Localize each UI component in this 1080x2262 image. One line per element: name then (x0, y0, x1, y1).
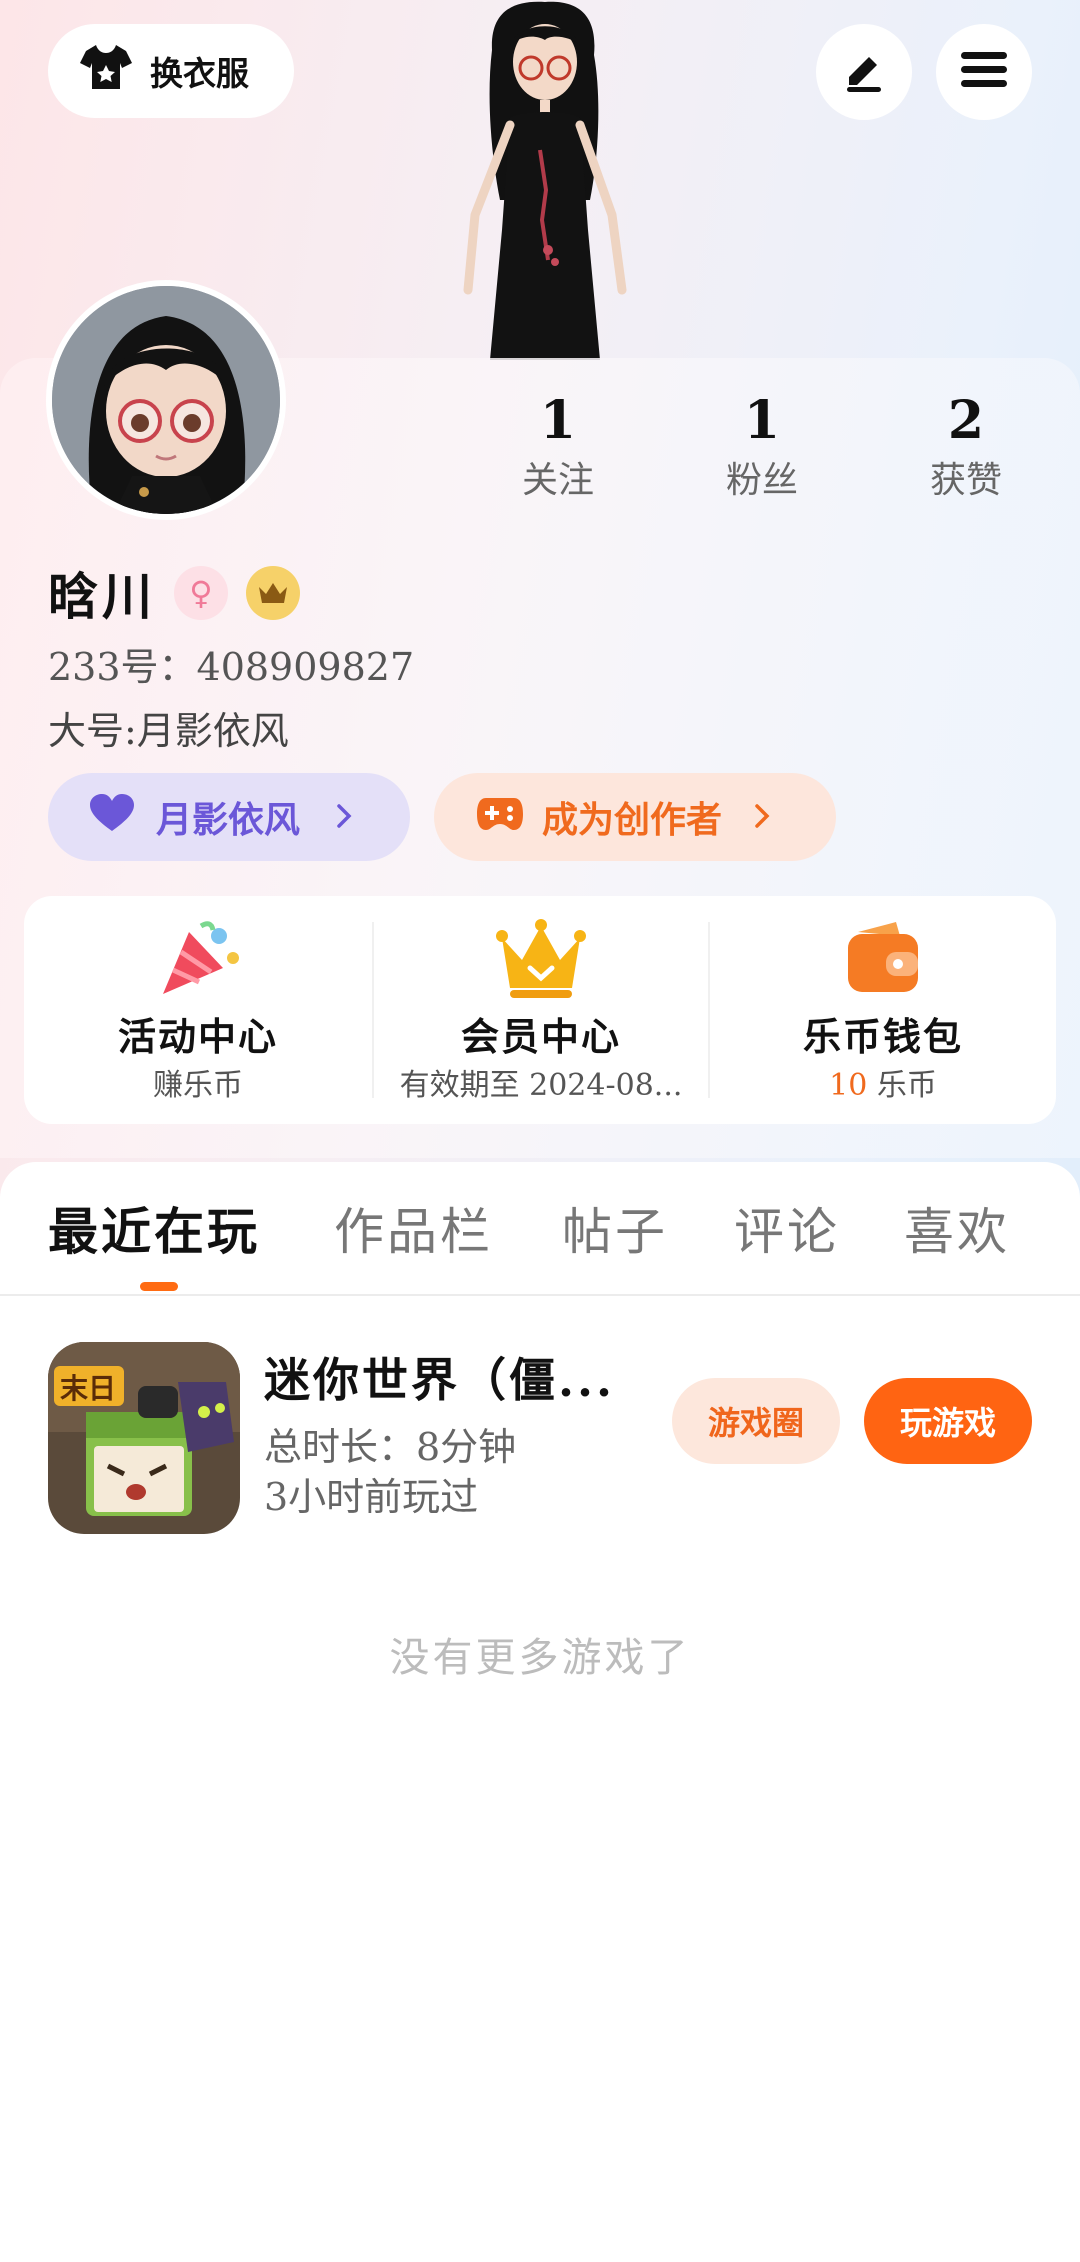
tab-comments[interactable]: 评论 (734, 1192, 840, 1264)
no-more-games-text: 没有更多游戏了 (389, 1635, 691, 1681)
crown-icon (496, 918, 586, 1000)
stats-row: 1 关注 1 粉丝 2 获赞 (0, 392, 1080, 512)
change-outfit-label: 换衣服 (150, 54, 249, 93)
followers-stat[interactable]: 1 粉丝 (682, 392, 842, 503)
activity-center-title: 活动中心 (117, 1014, 278, 1059)
tab-posts[interactable]: 帖子 (562, 1192, 668, 1264)
likes-count: 2 (947, 390, 985, 451)
following-stat[interactable]: 1 关注 (478, 392, 638, 503)
change-outfit-button[interactable]: 换衣服 (48, 24, 294, 118)
coin-balance: 10 (829, 1068, 868, 1103)
menu-button[interactable] (936, 24, 1032, 120)
avatar-3d-figure[interactable] (440, 0, 650, 360)
tab-indicator (140, 1282, 178, 1291)
heart-icon (88, 793, 138, 842)
become-creator-pill[interactable]: 成为创作者 (434, 773, 836, 861)
member-center-title: 会员中心 (460, 1014, 621, 1059)
likes-label: 获赞 (929, 460, 1002, 502)
pencil-icon (841, 47, 887, 97)
become-creator-label: 成为创作者 (542, 799, 723, 841)
activity-center[interactable]: 活动中心 赚乐币 (24, 896, 372, 1124)
linked-account-pill[interactable]: 月影依风 (48, 773, 410, 861)
game-icon[interactable]: 末日 (48, 1342, 240, 1534)
game-circle-button[interactable]: 游戏圈 (672, 1378, 840, 1464)
user-id: 233号：408909827 (48, 645, 415, 689)
followers-label: 粉丝 (725, 460, 798, 502)
gamepad-icon (476, 794, 524, 841)
game-total-time: 总时长：8分钟 (264, 1425, 517, 1469)
coin-wallet[interactable]: 乐币钱包 10 乐币 (710, 896, 1056, 1124)
content-sheet: 最近在玩 作品栏 帖子 评论 喜欢 末日 迷你世界（僵... 总时长：8分钟 3… (0, 1162, 1080, 2262)
tab-works[interactable]: 作品栏 (334, 1192, 493, 1264)
coin-wallet-title: 乐币钱包 (802, 1014, 963, 1059)
list-item[interactable]: 末日 迷你世界（僵... 总时长：8分钟 3小时前玩过 游戏圈 玩游戏 (0, 1342, 1080, 1542)
tab-recently-played[interactable]: 最近在玩 (48, 1192, 260, 1264)
wallet-icon (838, 918, 928, 1000)
linked-account-label: 月影依风 (156, 799, 301, 841)
user-name: 晗川 (48, 567, 156, 626)
member-center[interactable]: 会员中心 有效期至 2024-08... (374, 896, 708, 1124)
tab-likes[interactable]: 喜欢 (904, 1192, 1010, 1264)
game-icon-text: 末日 (60, 1372, 116, 1405)
play-game-button[interactable]: 玩游戏 (864, 1378, 1032, 1464)
alt-account: 大号:月影依风 (48, 709, 289, 753)
coin-wallet-subtitle: 10 乐币 (710, 1060, 1056, 1104)
name-row: 晗川 ♀ (48, 560, 300, 626)
tshirt-icon (78, 41, 134, 101)
followers-count: 1 (743, 390, 781, 451)
following-count: 1 (539, 390, 577, 451)
member-center-subtitle: 有效期至 2024-08... (399, 1068, 683, 1103)
crown-badge-icon[interactable] (246, 566, 300, 620)
chevron-right-icon (754, 796, 770, 838)
edit-profile-button[interactable] (816, 24, 912, 120)
tab-divider (0, 1294, 1080, 1296)
likes-stat[interactable]: 2 获赞 (886, 392, 1046, 503)
activity-center-subtitle: 赚乐币 (153, 1068, 243, 1103)
coin-unit: 乐币 (876, 1068, 937, 1103)
tab-bar: 最近在玩 作品栏 帖子 评论 喜欢 (0, 1162, 1080, 1294)
chevron-right-icon (336, 796, 352, 838)
game-last-played: 3小时前玩过 (264, 1475, 479, 1519)
female-icon: ♀ (174, 566, 228, 620)
profile-page: 换衣服 1 关注 1 粉丝 2 获赞 晗川 ♀ 233号：408909827 大… (0, 0, 1080, 2262)
following-label: 关注 (521, 460, 594, 502)
game-name: 迷你世界（僵... (264, 1353, 616, 1407)
feature-card: 活动中心 赚乐币 会员中心 有效期至 2024-08... 乐币钱包 10 乐币 (24, 896, 1056, 1124)
party-popper-icon (153, 918, 243, 1000)
menu-icon (961, 50, 1007, 94)
